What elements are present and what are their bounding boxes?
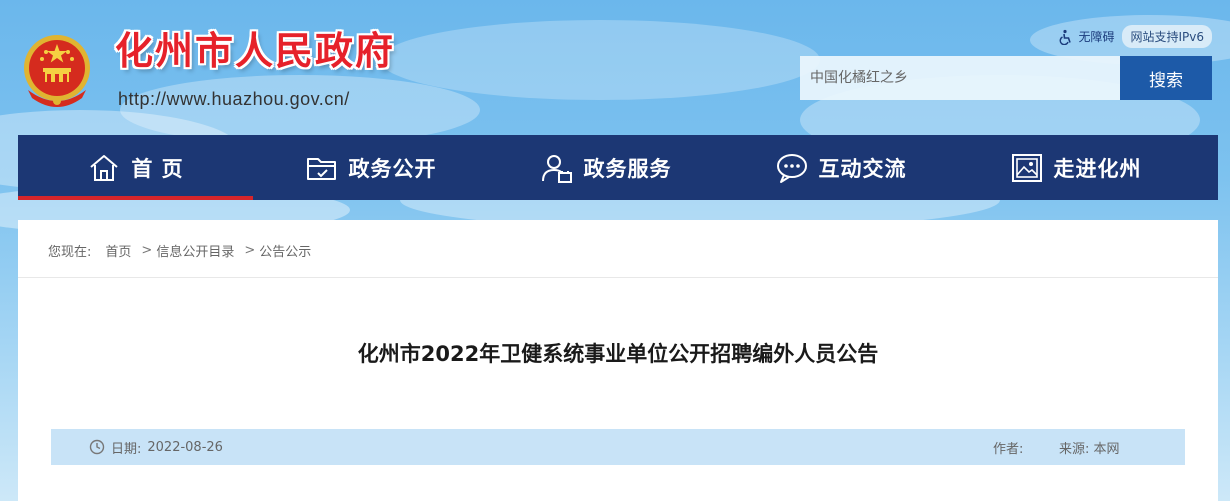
breadcrumb: 您现在: 首页 > 信息公开目录 > 公告公示: [48, 241, 311, 260]
nav-label-about-huazhou: 走进化州: [1053, 156, 1142, 181]
top-links: 无障碍 网站支持IPv6: [1058, 25, 1212, 48]
breadcrumb-separator: >: [244, 243, 256, 258]
article-date: 日期: 2022-08-26: [89, 438, 223, 457]
clock-icon: [89, 439, 105, 455]
nav-item-about-huazhou[interactable]: 走进化州: [958, 135, 1193, 200]
breadcrumb-prefix: 您现在:: [48, 245, 92, 260]
nav-item-government-affairs[interactable]: 政务公开: [253, 135, 488, 200]
chat-bubble-icon: [776, 153, 807, 183]
search-button[interactable]: 搜索: [1120, 56, 1212, 100]
nav-item-home[interactable]: 首 页: [18, 135, 253, 200]
nav-item-interaction[interactable]: 互动交流: [723, 135, 958, 200]
site-title[interactable]: 化州市人民政府: [115, 32, 395, 70]
breadcrumb-home[interactable]: 首页: [105, 241, 131, 260]
folder-icon: [306, 157, 336, 180]
date-value: 2022-08-26: [147, 439, 223, 455]
article-title: 化州市2022年卫健系统事业单位公开招聘编外人员公告: [357, 342, 879, 366]
accessibility-link[interactable]: 无障碍: [1058, 28, 1114, 45]
nav-label-government-affairs: 政务公开: [348, 156, 437, 181]
author-label: 作者:: [993, 441, 1024, 457]
user-service-icon: [541, 154, 572, 183]
nav-label-home: 首 页: [131, 156, 184, 181]
wheelchair-icon: [1060, 29, 1072, 45]
ipv6-badge: 网站支持IPv6: [1122, 25, 1212, 48]
main-nav: 首 页 政务公开 政务服务 互动交流 走进化州: [18, 135, 1218, 200]
article-meta-bar: 日期: 2022-08-26 作者: 来源: 本网: [51, 429, 1185, 465]
source-label: 来源:: [1059, 441, 1090, 457]
breadcrumb-info-catalog[interactable]: 信息公开目录: [156, 241, 234, 260]
breadcrumb-separator: >: [141, 243, 153, 258]
search-input[interactable]: [800, 56, 1120, 100]
nav-label-interaction: 互动交流: [818, 156, 907, 181]
picture-icon: [1011, 153, 1042, 182]
nav-item-government-services[interactable]: 政务服务: [488, 135, 723, 200]
article-source: 来源: 本网: [1059, 438, 1120, 457]
divider: [18, 277, 1218, 278]
nav-label-government-services: 政务服务: [583, 156, 672, 181]
site-url: http://www.huazhou.gov.cn/: [118, 89, 350, 109]
site-header: 化州市人民政府 http://www.huazhou.gov.cn/ 无障碍 网…: [0, 0, 1230, 135]
article-panel: 您现在: 首页 > 信息公开目录 > 公告公示 化州市2022年卫健系统事业单位…: [18, 220, 1218, 501]
national-emblem-logo[interactable]: [18, 28, 96, 112]
date-label: 日期:: [111, 441, 142, 457]
source-value: 本网: [1093, 441, 1120, 457]
accessibility-label: 无障碍: [1078, 30, 1115, 44]
breadcrumb-announcements[interactable]: 公告公示: [259, 241, 311, 260]
home-icon: [90, 154, 118, 181]
search-box: 搜索: [800, 56, 1212, 100]
